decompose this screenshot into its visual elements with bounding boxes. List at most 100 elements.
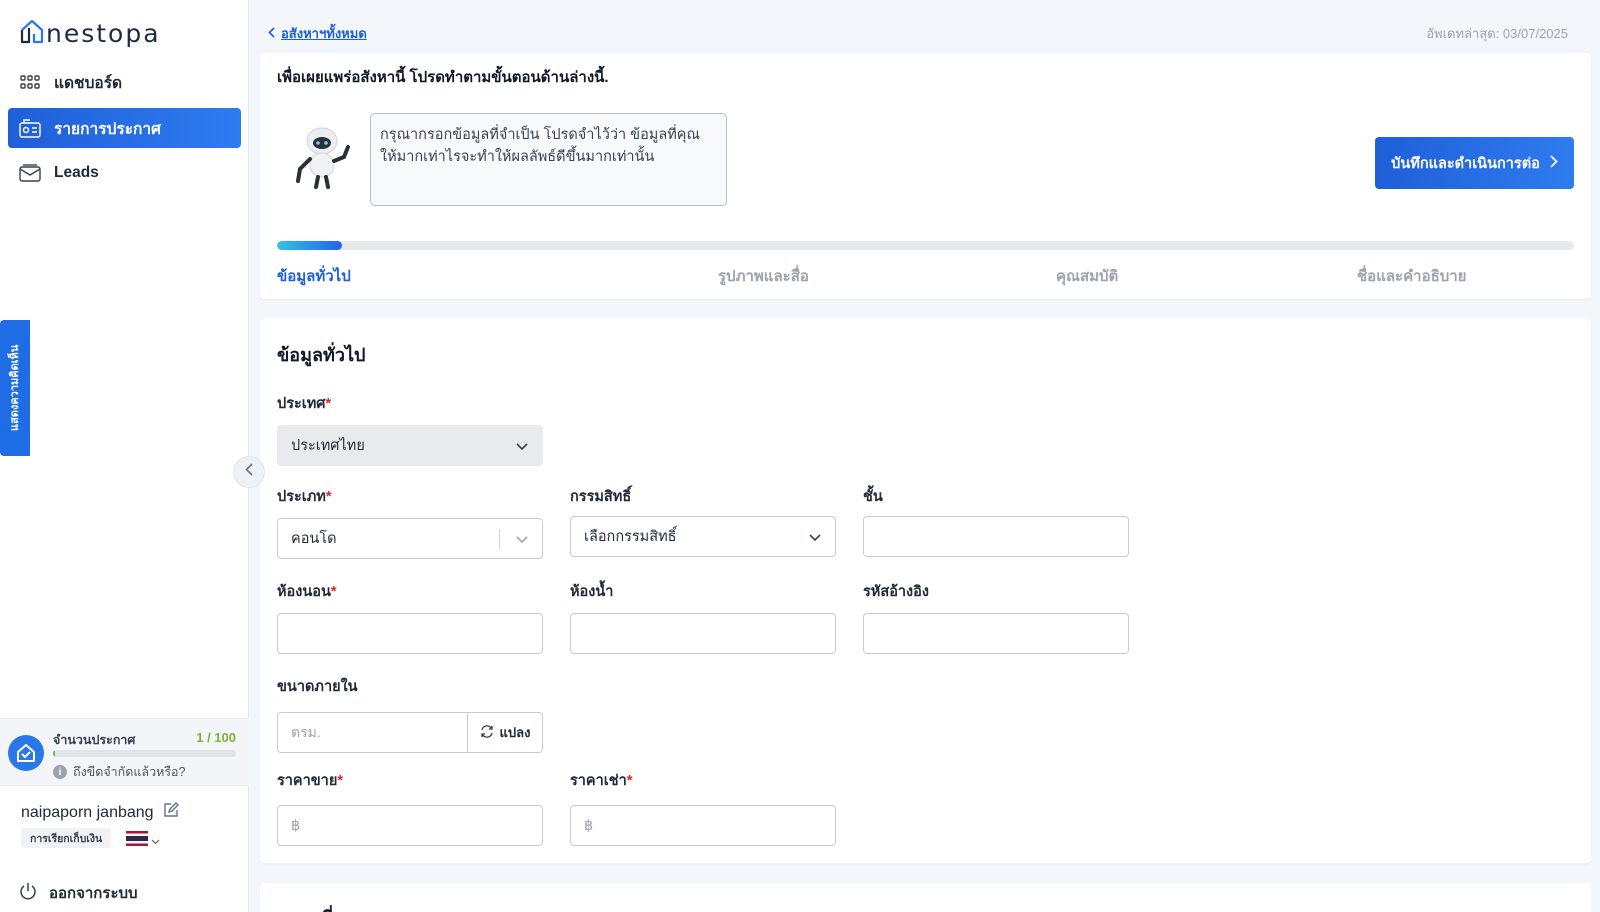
country-select[interactable]: ประเทศไทย [277, 425, 543, 466]
listing-quota: จำนวนประกาศ 1 / 100 i ถึงขีดจำกัดแล้วหรื… [0, 718, 249, 786]
rent-price-label: ราคาเช่า* [570, 769, 632, 792]
ownership-select[interactable]: เลือกกรรมสิทธิ์ [570, 516, 836, 557]
currency-symbol: ฿ [584, 817, 594, 834]
type-value: คอนโด [291, 531, 337, 547]
sidebar-item-label: รายการประกาศ [54, 120, 161, 138]
reference-code-input[interactable] [863, 613, 1129, 654]
chevron-left-icon [245, 463, 253, 481]
sidebar-item-listings[interactable]: รายการประกาศ [8, 108, 241, 148]
user-name-text: naipaporn janbang [21, 803, 154, 821]
intro-text: เพื่อเผยแพร่อสังหานี้ โปรดทำตามขั้นตอนด้… [277, 69, 609, 86]
required-mark: * [325, 489, 332, 505]
chevron-left-icon [268, 26, 275, 41]
currency-symbol: ฿ [291, 817, 301, 834]
sidebar: nestopa แดชบอร์ด รายการประกาศ Leads จำนว… [0, 0, 249, 912]
back-to-properties-link[interactable]: อสังหาฯทั้งหมด [268, 23, 367, 44]
quota-help-text: ถึงขีดจำกัดแล้วหรือ? [73, 765, 186, 779]
label-text: ราคาขาย [277, 773, 338, 789]
logout-button[interactable]: ออกจากระบบ [19, 881, 138, 905]
assistant-tip-bubble: กรุณากรอกข้อมูลที่จำเป็น โปรดจำไว้ว่า ข้… [370, 113, 727, 206]
interior-size-label: ขนาดภายใน [277, 679, 358, 695]
step-general-info[interactable]: ข้อมูลทั่วไป [277, 264, 351, 288]
brand-name: nestopa [46, 19, 161, 48]
brand-logo[interactable]: nestopa [20, 18, 161, 49]
sale-price-label: ราคาขาย* [277, 769, 343, 792]
tip-line-1: กรุณากรอกข้อมูลที่จำเป็น โปรดจำไว้ว่า ข้… [380, 127, 700, 143]
quota-bar-fill [53, 750, 55, 757]
grid-icon [19, 71, 41, 93]
country-label: ประเทศ* [277, 392, 331, 415]
floor-input[interactable] [863, 516, 1129, 557]
section-title: ข้อมูลทั่วไป [277, 345, 366, 365]
refresh-icon [480, 724, 494, 741]
power-icon [19, 882, 37, 904]
select-separator [499, 529, 500, 549]
section-title: สถานที่ [277, 903, 333, 912]
label-text: ราคาเช่า [570, 773, 627, 789]
interior-size-input[interactable]: ตรม. [278, 713, 468, 752]
quota-count: 1 / 100 [196, 730, 236, 745]
language-selector[interactable] [126, 831, 160, 851]
edit-icon[interactable] [163, 802, 179, 823]
sidebar-item-label: Leads [54, 164, 99, 181]
bedrooms-input[interactable] [277, 613, 543, 654]
listings-icon [19, 117, 41, 139]
step-title-description[interactable]: ชื่อและคำอธิบาย [1357, 264, 1466, 288]
bathrooms-label: ห้องน้ำ [570, 584, 614, 600]
house-check-icon [8, 735, 44, 771]
required-mark: * [626, 773, 633, 789]
ownership-value: เลือกกรรมสิทธิ์ [584, 529, 677, 545]
logout-label: ออกจากระบบ [49, 885, 138, 902]
rent-price-input[interactable]: ฿ [570, 805, 836, 846]
house-logo-icon [20, 18, 44, 49]
back-link-label: อสังหาฯทั้งหมด [281, 26, 367, 41]
mail-icon [19, 162, 41, 184]
chevron-right-icon [1550, 154, 1558, 172]
quota-bar [53, 750, 236, 757]
last-updated: อัพเดทล่าสุด: 03/07/2025 [1426, 26, 1568, 41]
required-mark: * [325, 396, 332, 412]
bedrooms-label: ห้องนอน* [277, 580, 337, 603]
chevron-down-icon [516, 532, 528, 548]
billing-button[interactable]: การเรียกเก็บเงิน [21, 828, 112, 848]
general-info-form: ข้อมูลทั่วไป ประเทศ* ประเทศไทย ประเภท* ค… [260, 318, 1591, 863]
sale-price-input[interactable]: ฿ [277, 805, 543, 846]
sidebar-item-leads[interactable]: Leads [8, 153, 241, 193]
convert-label: แปลง [499, 725, 531, 740]
chevron-down-icon [151, 832, 160, 850]
save-and-continue-button[interactable]: บันทึกและดำเนินการต่อ [1375, 137, 1574, 189]
sidebar-item-dashboard[interactable]: แดชบอร์ด [8, 62, 241, 102]
reference-code-label: รหัสอ้างอิง [863, 584, 929, 600]
type-label: ประเภท* [277, 485, 332, 508]
required-mark: * [330, 584, 337, 600]
step-photos-media[interactable]: รูปภาพและสื่อ [718, 264, 809, 288]
label-text: ประเภท [277, 489, 326, 505]
label-text: ห้องนอน [277, 584, 331, 600]
save-button-label: บันทึกและดำเนินการต่อ [1391, 155, 1540, 172]
interior-size-field: ตรม. แปลง [277, 712, 543, 753]
required-mark: * [337, 773, 343, 789]
floor-label: ชั้น [863, 489, 883, 505]
progress-bar [277, 241, 1574, 250]
thai-flag-icon [126, 831, 148, 851]
step-features[interactable]: คุณสมบัติ [1056, 264, 1118, 288]
label-text: ประเทศ [277, 396, 326, 412]
sidebar-item-label: แดชบอร์ด [54, 74, 123, 92]
steps-card: เพื่อเผยแพร่อสังหานี้ โปรดทำตามขั้นตอนด้… [260, 53, 1591, 299]
robot-icon [292, 123, 358, 194]
convert-unit-button[interactable]: แปลง [468, 713, 542, 752]
collapse-sidebar-button[interactable] [233, 456, 265, 488]
bathrooms-input[interactable] [570, 613, 836, 654]
chevron-down-icon [809, 530, 821, 546]
chevron-down-icon [516, 439, 528, 455]
tip-line-2: ให้มากเท่าไรจะทำให้ผลลัพธ์ดีขึ้นมากเท่าน… [380, 149, 655, 165]
progress-bar-fill [277, 241, 342, 250]
info-icon: i [53, 765, 67, 779]
property-type-select[interactable]: คอนโด [277, 518, 543, 559]
quota-help-link[interactable]: i ถึงขีดจำกัดแล้วหรือ? [53, 762, 186, 782]
quota-label: จำนวนประกาศ [53, 733, 136, 747]
location-section: สถานที่ [260, 883, 1591, 912]
country-value: ประเทศไทย [291, 438, 365, 454]
feedback-tab[interactable]: แสดงความคิดเห็น [0, 320, 30, 456]
user-name: naipaporn janbang [21, 802, 179, 823]
